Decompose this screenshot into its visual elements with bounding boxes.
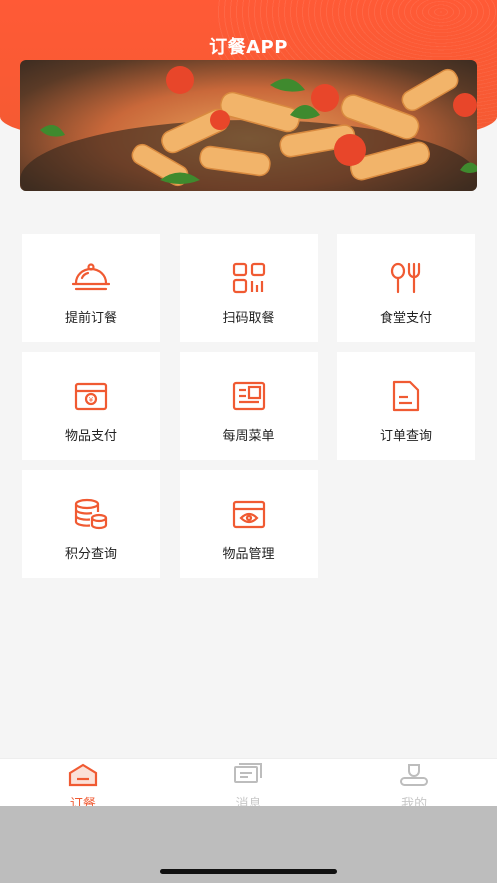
message-icon [233,763,263,791]
document-icon [386,378,426,414]
app-title: 订餐APP [209,37,288,58]
yen-box-icon: ¥ [71,378,111,414]
weekly-menu-icon [229,378,269,414]
feature-grid: 提前订餐 扫码取餐 食堂支付 ¥ 物品支付 每周菜单 订单查询 积分查询 物品管… [22,234,475,578]
tile-label: 食堂支付 [379,311,432,326]
banner-image [20,60,477,191]
tile-label: 积分查询 [64,547,117,562]
tile-item-pay[interactable]: ¥ 物品支付 [22,352,160,460]
home-indicator[interactable] [160,869,337,874]
user-icon [399,763,429,791]
spoon-fork-icon [386,260,426,296]
bottom-tab-bar: 订餐 消息 我的 [0,758,497,812]
tile-label: 物品支付 [64,429,117,444]
eye-box-icon [229,496,269,532]
tab-profile[interactable]: 我的 [334,759,494,812]
tile-label: 订单查询 [379,429,432,444]
tile-order-query[interactable]: 订单查询 [337,352,475,460]
tile-item-manage[interactable]: 物品管理 [179,470,318,578]
tile-scan-pickup[interactable]: 扫码取餐 [179,234,318,342]
tile-label: 扫码取餐 [222,311,275,326]
tab-order[interactable]: 订餐 [3,759,163,812]
coins-icon [71,496,111,532]
cloche-icon [71,260,111,296]
tab-messages[interactable]: 消息 [168,759,328,812]
tile-canteen-pay[interactable]: 食堂支付 [337,234,475,342]
tile-label: 每周菜单 [222,429,275,444]
home-icon [68,763,98,791]
tile-advance-order[interactable]: 提前订餐 [22,234,160,342]
tile-label: 物品管理 [222,547,275,562]
qr-scan-icon [229,260,269,296]
tile-points-query[interactable]: 积分查询 [22,470,160,578]
tile-weekly-menu[interactable]: 每周菜单 [179,352,318,460]
svg-text:¥: ¥ [89,396,94,404]
tile-label: 提前订餐 [64,311,117,326]
